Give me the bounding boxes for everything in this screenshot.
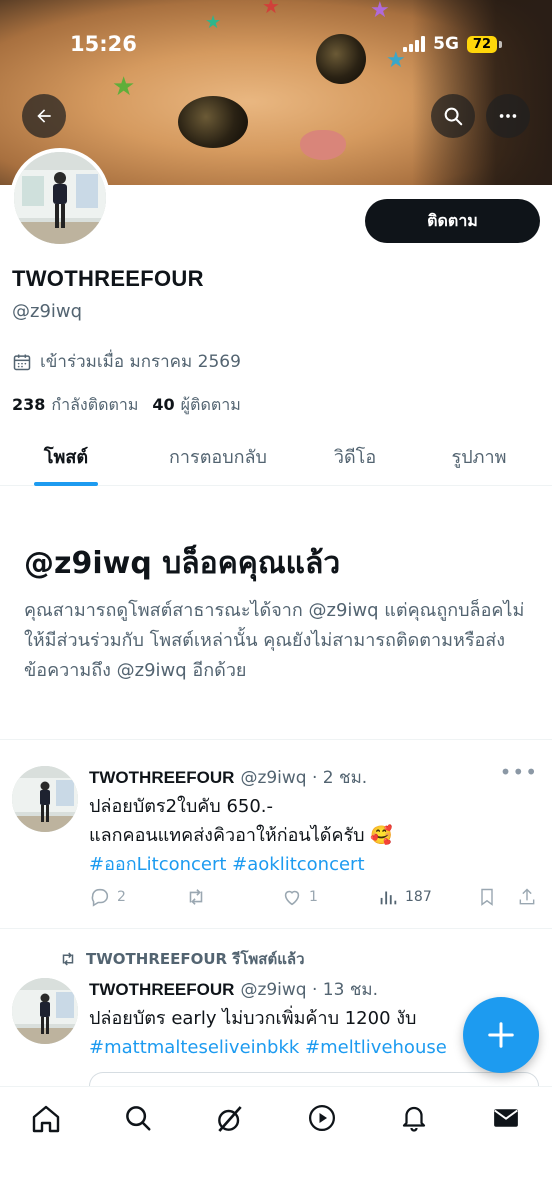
views-count: 187 <box>405 889 432 905</box>
tweet-more-icon[interactable]: ••• <box>500 760 538 784</box>
tweet-text-line: ปล่อยบัตร early ไม่บวกเพิ่มค้าบ 1200 งับ <box>89 1008 417 1029</box>
tweet-meta: @z9iwq · 2 ชม. <box>240 768 368 788</box>
bottom-navigation <box>0 1086 552 1200</box>
search-icon <box>126 1106 151 1131</box>
tweet-actions: 2 1 187 <box>89 886 539 908</box>
play-icon <box>309 1105 335 1131</box>
search-button[interactable] <box>431 94 475 138</box>
repost-label: TWOTHREEFOUR รีโพสต์แล้ว <box>86 950 305 968</box>
tweet-hashtags[interactable]: #mattmalteseliveinbkk #meltlivehouse <box>89 1033 447 1062</box>
following-link[interactable]: 238 กำลังติดตาม <box>12 393 138 418</box>
followers-count: 40 <box>152 395 175 414</box>
like-button[interactable]: 1 <box>281 886 377 908</box>
reply-button[interactable]: 2 <box>89 886 185 908</box>
follow-stats: 238 กำลังติดตาม 40 ผู้ติดตาม <box>12 393 241 418</box>
nav-messages[interactable] <box>484 1103 528 1147</box>
profile-avatar[interactable] <box>10 148 110 248</box>
banner-cat-eye-left <box>178 96 248 148</box>
joined-date: เข้าร่วมเมื่อ มกราคม 2569 <box>12 348 241 375</box>
like-count: 1 <box>309 889 318 905</box>
tab-replies-label: การตอบกลับ <box>169 446 267 468</box>
views-icon <box>380 891 397 905</box>
tweet-header: TWOTHREEFOUR @z9iwq · 13 ชม. <box>89 976 378 1003</box>
tweet-hashtags[interactable]: #ออกLitconcert #aoklitconcert <box>89 850 365 879</box>
plus-icon <box>488 1022 514 1048</box>
grok-icon <box>218 1106 242 1132</box>
profile-tabs: โพสต์ การตอบกลับ วิดีโอ รูปภาพ <box>0 426 552 486</box>
nav-home[interactable] <box>24 1103 68 1147</box>
signal-icon <box>403 36 426 52</box>
tab-photos-label: รูปภาพ <box>451 446 507 468</box>
share-icon <box>519 888 535 905</box>
home-icon <box>32 1105 60 1133</box>
avatar-photo <box>14 152 106 244</box>
banner-star-decoration: ★ <box>112 72 136 102</box>
tweet-author-name[interactable]: TWOTHREEFOUR <box>89 768 234 788</box>
tweet-text-line: แลกคอนแทคส่งคิวอาให้ก่อนได้ครับ 🥰 <box>89 825 393 846</box>
tab-videos-label: วิดีโอ <box>333 446 377 468</box>
blocked-title: @z9iwq บล็อคคุณแล้ว <box>24 546 341 581</box>
avatar-photo <box>12 766 78 832</box>
nav-search[interactable] <box>116 1103 160 1147</box>
calendar-icon <box>13 354 31 370</box>
followers-link[interactable]: 40 ผู้ติดตาม <box>152 393 240 418</box>
back-button[interactable] <box>22 94 66 138</box>
retweet-icon <box>62 952 74 966</box>
profile-display-name: TWOTHREEFOUR <box>12 266 204 291</box>
tweet-avatar[interactable] <box>12 978 78 1044</box>
more-button[interactable] <box>486 94 530 138</box>
tab-videos[interactable]: วิดีโอ <box>304 426 406 486</box>
status-time: 15:26 <box>70 32 137 56</box>
tweet-divider <box>0 928 552 929</box>
mail-icon <box>494 1109 518 1127</box>
bell-icon <box>402 1106 426 1132</box>
network-label: 5G <box>433 34 459 54</box>
tweet-text-line: ปล่อยบัตร2ใบคับ 650.- <box>89 796 274 817</box>
share-button[interactable] <box>517 886 539 908</box>
tab-posts-label: โพสต์ <box>43 446 89 468</box>
banner-cat-nose <box>300 130 346 160</box>
bookmark-icon <box>481 888 493 906</box>
nav-notifications[interactable] <box>392 1103 436 1147</box>
compose-button[interactable] <box>463 997 539 1073</box>
profile-handle: @z9iwq <box>12 301 83 322</box>
retweet-icon <box>189 889 203 905</box>
views-button[interactable]: 187 <box>377 886 477 908</box>
status-indicators: 5G 72 <box>403 34 502 54</box>
heart-icon <box>284 890 300 906</box>
section-divider <box>0 739 552 740</box>
following-count: 238 <box>12 395 46 414</box>
tweet-header: TWOTHREEFOUR @z9iwq · 2 ชม. <box>89 764 367 791</box>
tweet-avatar[interactable] <box>12 766 78 832</box>
tweet-author-name[interactable]: TWOTHREEFOUR <box>89 980 234 1000</box>
nav-video[interactable] <box>300 1103 344 1147</box>
followers-label: ผู้ติดตาม <box>180 395 241 414</box>
avatar-photo <box>12 978 78 1044</box>
following-label: กำลังติดตาม <box>51 395 139 414</box>
tab-active-indicator <box>34 482 98 486</box>
tab-photos[interactable]: รูปภาพ <box>406 426 552 486</box>
follow-button[interactable]: ติดตาม <box>365 199 540 243</box>
banner-star-decoration: ★ <box>370 0 390 23</box>
banner-star-decoration: ★ <box>205 12 222 33</box>
retweet-button[interactable] <box>185 886 281 908</box>
more-horizontal-icon <box>499 114 517 118</box>
battery-icon: 72 <box>466 35 502 53</box>
banner-star-decoration: ★ <box>262 0 280 18</box>
search-icon <box>444 107 463 126</box>
banner-cat-eye-right <box>316 34 366 84</box>
arrow-left-icon <box>37 109 51 123</box>
tweet-meta: @z9iwq · 13 ชม. <box>240 980 378 1000</box>
tab-posts[interactable]: โพสต์ <box>0 426 132 486</box>
bookmark-button[interactable] <box>477 886 517 908</box>
blocked-description: คุณสามารถดูโพสต์สาธารณะได้จาก @z9iwq แต่… <box>24 600 525 681</box>
reply-icon <box>91 888 109 907</box>
tab-replies[interactable]: การตอบกลับ <box>132 426 304 486</box>
battery-level: 72 <box>466 35 497 53</box>
reply-count: 2 <box>117 889 126 905</box>
nav-grok[interactable] <box>208 1103 252 1147</box>
joined-label: เข้าร่วมเมื่อ มกราคม 2569 <box>40 352 241 372</box>
repost-indicator: TWOTHREEFOUR รีโพสต์แล้ว <box>58 947 305 971</box>
